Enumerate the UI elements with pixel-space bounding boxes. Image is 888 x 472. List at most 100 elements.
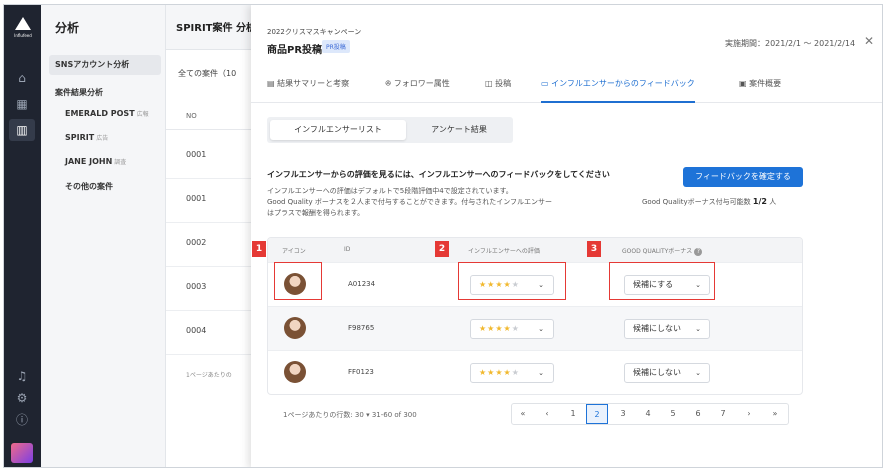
bonus-dropdown[interactable]: 候補にしない ⌄	[624, 319, 710, 339]
page-range: 31-60 of 300	[371, 411, 417, 419]
help-icon[interactable]: ?	[694, 248, 703, 256]
table-row[interactable]: 0002	[186, 238, 206, 247]
table-row[interactable]: 0001	[186, 194, 206, 203]
influencer-id: A01234	[348, 280, 376, 288]
tab-overview[interactable]: ▣ 案件概要	[739, 67, 781, 103]
page-button[interactable]: 1	[562, 404, 584, 424]
tab-bar: ▤ 結果サマリーと考察 ꔮ フォロワー属性 ◫ 投稿 ▭ インフルエンサーからの…	[251, 67, 882, 103]
last-page-icon[interactable]: »	[764, 404, 786, 424]
chevron-down-icon: ⌄	[695, 325, 701, 333]
page-button[interactable]: 4	[637, 404, 659, 424]
analytics-icon[interactable]: ▥	[9, 119, 35, 141]
list-footer: 1ページあたりの	[186, 372, 232, 379]
chevron-down-icon: ⌄	[538, 325, 545, 333]
rating-dropdown[interactable]: ★★★★★ ⌄	[470, 319, 554, 339]
annotation-marker: 1	[252, 241, 266, 257]
divider	[166, 310, 251, 311]
prev-page-icon[interactable]: ‹	[536, 404, 558, 424]
star-rating: ★★★★★	[479, 324, 520, 333]
highlight-box	[274, 262, 322, 300]
table-row: F98765 ★★★★★ ⌄ 候補にしない ⌄	[268, 306, 802, 350]
users-icon: ꔮ	[385, 79, 392, 88]
confirm-feedback-button[interactable]: フィードバックを確定する	[683, 167, 803, 187]
next-page-icon[interactable]: ›	[738, 404, 760, 424]
sidebar-item-emerald[interactable]: EMERALD POST 広報	[65, 109, 149, 118]
chevron-down-icon: ⌄	[538, 369, 545, 377]
divider	[166, 222, 251, 223]
app-window: Influfeed ⌂ ▦ ▥ ♫ ⚙ ⓘ 分析 SNSアカウント分析 案件結果…	[3, 4, 883, 468]
close-icon[interactable]: ✕	[864, 34, 874, 48]
campaign-period: 実施期間：2021/2/1 ～ 2021/2/14	[725, 39, 856, 48]
tab-summary[interactable]: ▤ 結果サマリーと考察	[267, 67, 349, 103]
icon-rail: Influfeed ⌂ ▦ ▥ ♫ ⚙ ⓘ	[4, 5, 41, 467]
page-title: 商品PR投稿	[267, 45, 323, 56]
sidebar-item-spirit[interactable]: SPIRIT 広告	[65, 133, 108, 142]
list-title: SPIRIT案件 分析	[176, 23, 256, 34]
feedback-desc: はプラスで報酬を得られます。	[267, 209, 365, 217]
page-button[interactable]: 6	[687, 404, 709, 424]
app-logo[interactable]: Influfeed	[10, 17, 36, 45]
list-filter[interactable]: 全ての案件（10	[178, 68, 236, 79]
campaign-name: 2022クリスマスキャンペーン	[267, 28, 362, 36]
table-row[interactable]: 0004	[186, 326, 206, 335]
page-button[interactable]: 5	[662, 404, 684, 424]
influencer-id: F98765	[348, 324, 375, 332]
table-row[interactable]: 0003	[186, 282, 206, 291]
detail-panel: 2022クリスマスキャンペーン 商品PR投稿 PR投稿 実施期間：2021/2/…	[251, 5, 882, 467]
col-no: NO	[186, 112, 197, 120]
document-icon: ▤	[267, 79, 275, 88]
comment-icon: ▭	[541, 79, 549, 88]
rows-per-page-select[interactable]: 30	[355, 411, 364, 419]
divider	[166, 354, 251, 355]
tab-followers[interactable]: ꔮ フォロワー属性	[385, 67, 450, 103]
page-button[interactable]: 3	[612, 404, 634, 424]
page-button[interactable]: 7	[712, 404, 734, 424]
divider	[166, 266, 251, 267]
table-row: FF0123 ★★★★★ ⌄ 候補にしない ⌄	[268, 350, 802, 394]
tab-feedback[interactable]: ▭ インフルエンサーからのフィードバック	[541, 67, 695, 103]
calendar-icon[interactable]: ▦	[13, 95, 31, 113]
segment-influencer-list[interactable]: インフルエンサーリスト	[270, 120, 406, 140]
sidebar-item-results[interactable]: 案件結果分析	[55, 87, 103, 98]
bell-icon[interactable]: ♫	[13, 367, 31, 385]
feedback-heading: インフルエンサーからの評価を見るには、インフルエンサーへのフィードバックをしてく…	[267, 170, 610, 179]
tab-posts[interactable]: ◫ 投稿	[485, 67, 511, 103]
gear-icon[interactable]: ⚙	[13, 389, 31, 407]
feedback-desc: Good Quality ボーナスを２人まで付与することができます。付与されたイ…	[267, 198, 552, 206]
page-button-current[interactable]: 2	[586, 404, 608, 424]
home-icon[interactable]: ⌂	[13, 69, 31, 87]
rating-dropdown[interactable]: ★★★★★ ⌄	[470, 363, 554, 383]
sidebar-item-jane[interactable]: JANE JOHN 調査	[65, 157, 126, 166]
avatar[interactable]	[284, 317, 306, 339]
chevron-down-icon: ⌄	[695, 369, 701, 377]
col-icon: アイコン	[282, 248, 306, 255]
first-page-icon[interactable]: «	[512, 404, 534, 424]
avatar[interactable]	[284, 361, 306, 383]
list-card: 全ての案件（10 NO 0001 0001 0002 0003 0004 1ペー…	[166, 49, 251, 467]
star-rating: ★★★★★	[479, 368, 520, 377]
table-row[interactable]: 0001	[186, 150, 206, 159]
segment-survey[interactable]: アンケート結果	[409, 120, 509, 140]
feedback-desc: インフルエンサーへの評価はデフォルトで5段階評価中4で設定されています。	[267, 187, 513, 195]
post-type-badge: PR投稿	[322, 40, 350, 53]
highlight-box	[609, 262, 715, 300]
campaign-list: SPIRIT案件 分析 全ての案件（10 NO 0001 0001 0002 0…	[166, 5, 256, 467]
image-icon: ◫	[485, 79, 493, 88]
annotation-marker: 3	[587, 241, 601, 257]
annotation-marker: 2	[435, 241, 449, 257]
table-header: アイコン ID インフルエンサーへの評価 GOOD QUALITYボーナス?	[268, 238, 802, 262]
influencer-table: アイコン ID インフルエンサーへの評価 GOOD QUALITYボーナス? A…	[267, 237, 803, 395]
calendar-icon: ▣	[739, 79, 747, 88]
caret-down-icon[interactable]: ▾	[366, 411, 370, 419]
bonus-dropdown[interactable]: 候補にしない ⌄	[624, 363, 710, 383]
sidebar-item-other[interactable]: その他の案件	[65, 181, 113, 192]
divider	[166, 178, 251, 179]
help-icon[interactable]: ⓘ	[13, 411, 31, 429]
col-bonus: GOOD QUALITYボーナス?	[622, 246, 703, 256]
col-id: ID	[344, 246, 351, 253]
sidebar: 分析 SNSアカウント分析 案件結果分析 EMERALD POST 広報 SPIR…	[41, 5, 166, 467]
brand-icon[interactable]	[11, 443, 33, 463]
sidebar-item-sns[interactable]: SNSアカウント分析	[49, 55, 161, 75]
col-rating: インフルエンサーへの評価	[468, 248, 540, 255]
bonus-counter: Good Qualityボーナス付与可能数 1/2 人	[642, 197, 777, 206]
